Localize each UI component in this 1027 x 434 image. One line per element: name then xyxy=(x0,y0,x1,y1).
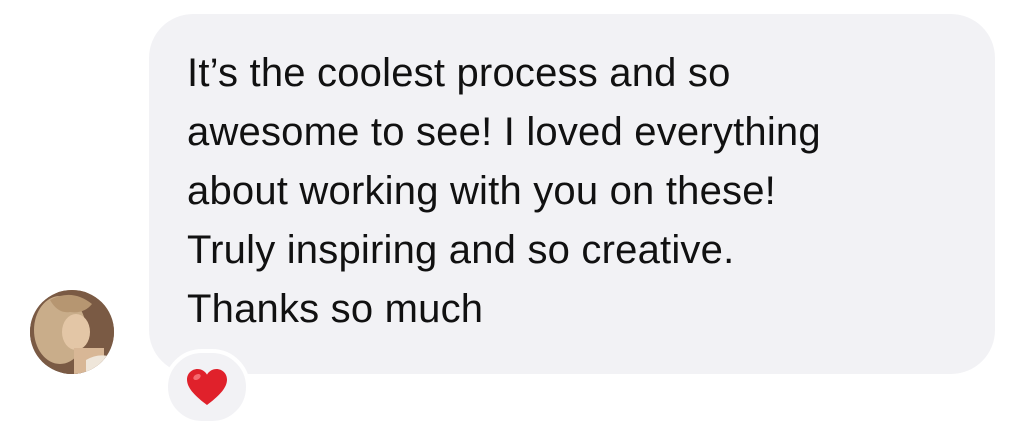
red-heart-icon xyxy=(187,369,227,405)
message-thread: It’s the coolest process and so awesome … xyxy=(0,0,1027,434)
avatar-photo xyxy=(30,290,114,374)
message-text: It’s the coolest process and so awesome … xyxy=(187,51,821,331)
heart-reaction[interactable] xyxy=(164,349,250,425)
sender-avatar[interactable] xyxy=(30,290,114,374)
message-bubble[interactable]: It’s the coolest process and so awesome … xyxy=(149,14,995,374)
